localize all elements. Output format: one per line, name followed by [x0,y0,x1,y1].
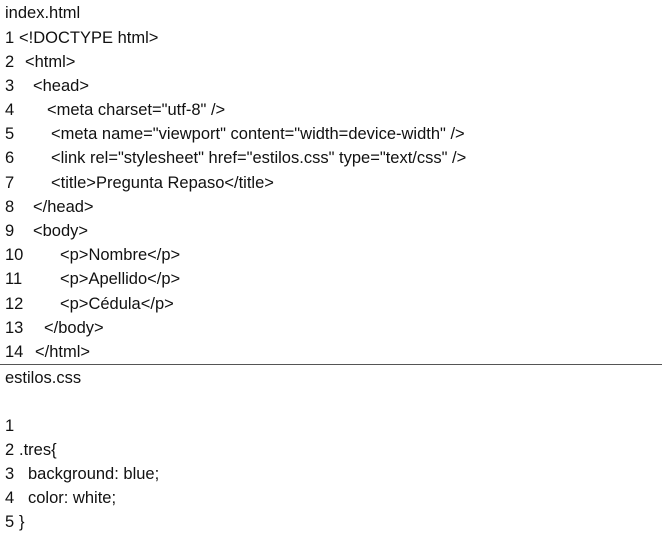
line-text: </html> [35,343,91,361]
line-number: 4 [5,489,15,507]
line-text: .tres{ [19,441,57,459]
line-text: <title>Pregunta Repaso</title> [51,174,274,192]
line-text: background: blue; [28,465,160,483]
line-text: <html> [25,53,76,71]
file-title: index.html [5,4,81,22]
line-number: 5 [5,125,15,143]
line-number: 2 [5,53,15,71]
line-number: 8 [5,198,15,216]
line-number: 5 [5,513,15,531]
file-title: estilos.css [5,369,82,387]
line-number: 13 [5,319,24,337]
line-number: 3 [5,77,15,95]
line-number: 11 [5,270,23,288]
line-text: <head> [33,77,89,95]
line-text: <meta name="viewport" content="width=dev… [51,125,465,143]
line-text: color: white; [28,489,117,507]
line-text: <p>Apellido</p> [60,270,181,288]
line-number: 9 [5,222,15,240]
line-number: 2 [5,441,15,459]
line-text: </head> [33,198,94,216]
section-divider [0,364,662,365]
line-text: <p>Nombre</p> [60,246,181,264]
line-text: <meta charset="utf-8" /> [47,101,226,119]
line-text: <link rel="stylesheet" href="estilos.css… [51,149,467,167]
line-text: } [19,513,25,531]
line-text: <body> [33,222,89,240]
line-number: 10 [5,246,24,264]
line-text: </body> [44,319,104,337]
line-text: <p>Cédula</p> [60,295,174,313]
line-number: 7 [5,174,15,192]
line-number: 4 [5,101,15,119]
line-number: 1 [5,29,15,47]
line-number: 14 [5,343,24,361]
line-number: 1 [5,417,15,435]
line-number: 6 [5,149,15,167]
line-number: 3 [5,465,15,483]
line-number: 12 [5,295,24,313]
line-text: <!DOCTYPE html> [19,29,159,47]
